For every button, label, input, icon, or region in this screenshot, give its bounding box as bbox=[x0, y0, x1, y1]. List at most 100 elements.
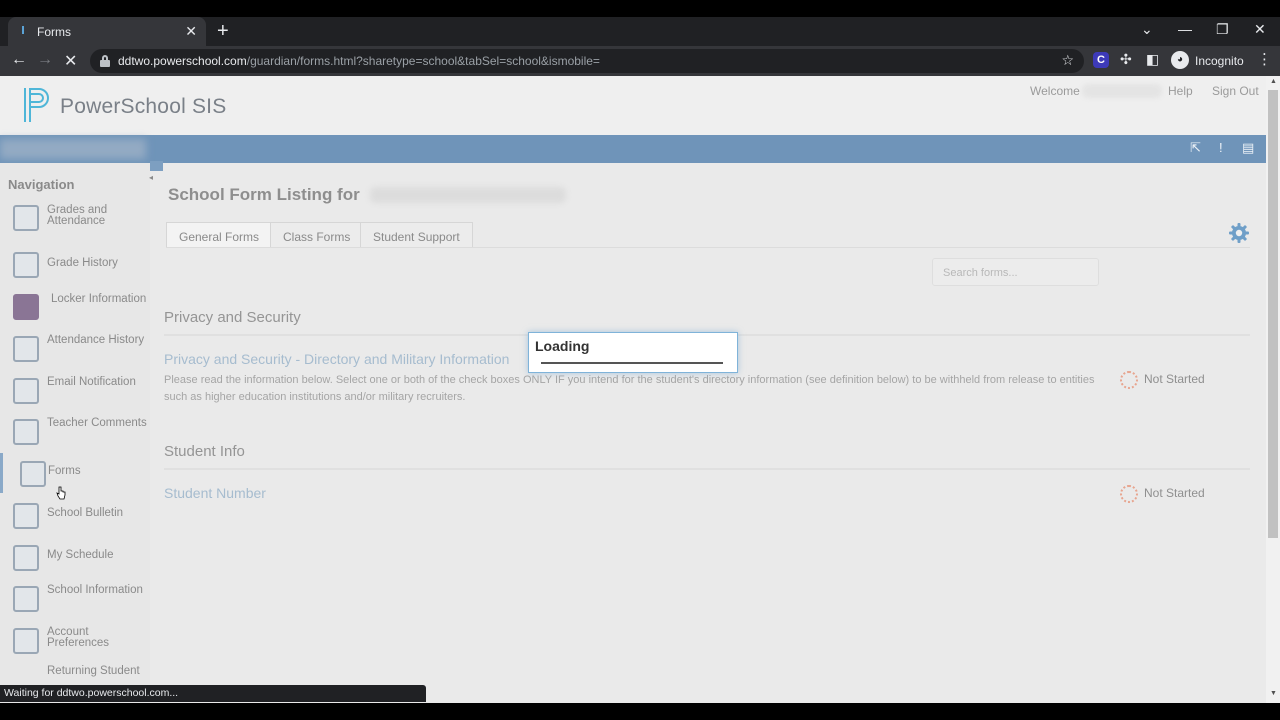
nav-email-notification[interactable]: Email Notification bbox=[0, 370, 150, 410]
nav-label: School Information bbox=[47, 584, 143, 596]
nav-forms[interactable]: Forms bbox=[0, 453, 150, 493]
student-selector-redacted[interactable] bbox=[0, 139, 146, 159]
favicon-icon bbox=[22, 26, 28, 34]
loading-text: Loading bbox=[535, 338, 590, 354]
nav-locker-information[interactable]: Locker Information bbox=[0, 286, 150, 326]
section-title-privacy: Privacy and Security bbox=[164, 309, 301, 326]
attendance-icon bbox=[13, 336, 39, 362]
status-pending-icon bbox=[1120, 371, 1138, 389]
back-icon[interactable]: ← bbox=[11, 51, 27, 69]
page-viewport: PowerSchool SIS Welcome Help Sign Out ⇱ … bbox=[0, 76, 1266, 703]
help-link[interactable]: Help bbox=[1168, 84, 1193, 98]
comments-icon bbox=[13, 419, 39, 445]
locker-icon bbox=[13, 294, 39, 320]
tab-student-support[interactable]: Student Support bbox=[360, 222, 473, 248]
nav-label: Locker Information bbox=[51, 293, 147, 305]
welcome-text: Welcome bbox=[1030, 84, 1080, 98]
stop-loading-icon[interactable]: ✕ bbox=[64, 51, 77, 71]
nav-grades-and-attendance[interactable]: Grades and Attendance bbox=[0, 197, 150, 237]
browser-toolbar: ← → ✕ ddtwo.powerschool.com/guardian/for… bbox=[0, 46, 1280, 76]
nav-school-information[interactable]: School Information bbox=[0, 578, 150, 618]
print-icon[interactable]: ▤ bbox=[1242, 140, 1254, 156]
scroll-up-icon[interactable]: ▲ bbox=[1270, 78, 1277, 85]
scroll-down-icon[interactable]: ▼ bbox=[1270, 690, 1277, 697]
status-pending-icon bbox=[1120, 485, 1138, 503]
student-name-redacted bbox=[370, 187, 566, 203]
page-scrollbar[interactable]: ▲ ▼ bbox=[1266, 76, 1280, 703]
side-panel-icon[interactable]: ◧ bbox=[1146, 51, 1159, 68]
student-bar: ⇱ ! ▤ bbox=[0, 135, 1266, 163]
hand-cursor-icon bbox=[56, 486, 66, 500]
scroll-thumb[interactable] bbox=[1268, 90, 1278, 538]
form-description: Please read the information below. Selec… bbox=[164, 374, 1095, 403]
nav-my-schedule[interactable]: My Schedule bbox=[0, 537, 150, 577]
browser-tabbar: Forms ✕ + ⌄ — ❐ ✕ bbox=[0, 17, 1280, 46]
nav-teacher-comments[interactable]: Teacher Comments bbox=[0, 411, 150, 451]
grade-history-icon bbox=[13, 252, 39, 278]
bottom-letterbox bbox=[0, 703, 1280, 720]
new-tab-button[interactable]: + bbox=[217, 20, 229, 43]
nav-label: Returning Student bbox=[47, 665, 140, 677]
nav-label: Grade History bbox=[47, 257, 118, 269]
nav-label: School Bulletin bbox=[47, 507, 124, 519]
schedule-icon bbox=[13, 545, 39, 571]
window-close-icon[interactable]: ✕ bbox=[1254, 21, 1266, 38]
section-divider bbox=[164, 468, 1250, 470]
forms-icon bbox=[20, 461, 46, 487]
nav-attendance-history[interactable]: Attendance History bbox=[0, 328, 150, 368]
tab-close-icon[interactable]: ✕ bbox=[185, 23, 197, 40]
navigation-heading: Navigation bbox=[8, 177, 75, 192]
lock-icon bbox=[100, 55, 110, 67]
nav-label: Attendance History bbox=[47, 334, 145, 346]
external-link-icon[interactable]: ⇱ bbox=[1190, 140, 1201, 156]
nav-label: Forms bbox=[48, 465, 81, 477]
nav-label: Account Preferences bbox=[47, 626, 110, 649]
section-title-student-info: Student Info bbox=[164, 443, 245, 460]
nav-school-bulletin[interactable]: School Bulletin bbox=[0, 495, 150, 535]
nav-account-preferences[interactable]: Account Preferences bbox=[0, 620, 150, 660]
extension-c-icon[interactable]: C bbox=[1093, 52, 1109, 68]
forward-icon[interactable]: → bbox=[37, 51, 53, 69]
user-name-redacted bbox=[1082, 84, 1162, 98]
account-icon bbox=[13, 628, 39, 654]
status-text: Not Started bbox=[1144, 486, 1205, 500]
loading-progress-bar bbox=[541, 362, 723, 364]
nav-grade-history[interactable]: Grade History bbox=[0, 244, 150, 284]
browser-tab[interactable]: Forms ✕ bbox=[8, 17, 206, 46]
minimize-icon[interactable]: — bbox=[1178, 21, 1192, 37]
browser-menu-icon[interactable]: ⋮ bbox=[1257, 50, 1272, 68]
sign-out-link[interactable]: Sign Out bbox=[1212, 84, 1259, 98]
incognito-label: Incognito bbox=[1195, 54, 1244, 68]
bulletin-icon bbox=[13, 503, 39, 529]
address-bar[interactable]: ddtwo.powerschool.com/guardian/forms.htm… bbox=[90, 49, 1084, 73]
tab-general-forms[interactable]: General Forms bbox=[166, 222, 273, 248]
bookmark-star-icon[interactable]: ☆ bbox=[1061, 52, 1074, 69]
tab-class-forms[interactable]: Class Forms bbox=[270, 222, 364, 248]
site-header: PowerSchool SIS Welcome Help Sign Out bbox=[0, 76, 1266, 135]
loading-dialog: Loading bbox=[528, 332, 738, 373]
extensions-puzzle-icon[interactable]: ✣ bbox=[1120, 51, 1132, 68]
navigation-sidebar: Navigation Grades and Attendance Grade H… bbox=[0, 163, 150, 703]
search-forms-input[interactable]: Search forms... bbox=[932, 258, 1099, 286]
email-icon bbox=[13, 378, 39, 404]
tab-search-icon[interactable]: ⌄ bbox=[1141, 21, 1153, 38]
restore-icon[interactable]: ❐ bbox=[1216, 21, 1229, 38]
tabs-divider bbox=[166, 247, 1250, 248]
nav-label: My Schedule bbox=[47, 549, 114, 561]
logo-text: PowerSchool SIS bbox=[60, 95, 227, 118]
browser-status-bar: Waiting for ddtwo.powerschool.com... bbox=[0, 685, 426, 702]
grades-icon bbox=[13, 205, 39, 231]
form-link-privacy-directory[interactable]: Privacy and Security - Directory and Mil… bbox=[164, 351, 509, 367]
nav-label: Teacher Comments bbox=[47, 417, 147, 429]
url-text[interactable]: ddtwo.powerschool.com/guardian/forms.htm… bbox=[118, 54, 600, 68]
incognito-icon[interactable]: ◕ bbox=[1171, 51, 1189, 69]
nav-label: Email Notification bbox=[47, 376, 136, 388]
powerschool-logo-icon bbox=[24, 88, 49, 122]
nav-label: Grades and Attendance bbox=[47, 204, 108, 227]
form-link-student-number[interactable]: Student Number bbox=[164, 485, 266, 501]
main-content: School Form Listing for General Forms Cl… bbox=[150, 163, 1266, 703]
tab-title: Forms bbox=[37, 25, 71, 39]
gear-icon[interactable] bbox=[1228, 222, 1250, 244]
alert-icon[interactable]: ! bbox=[1219, 140, 1223, 155]
page-title: School Form Listing for bbox=[168, 185, 360, 204]
